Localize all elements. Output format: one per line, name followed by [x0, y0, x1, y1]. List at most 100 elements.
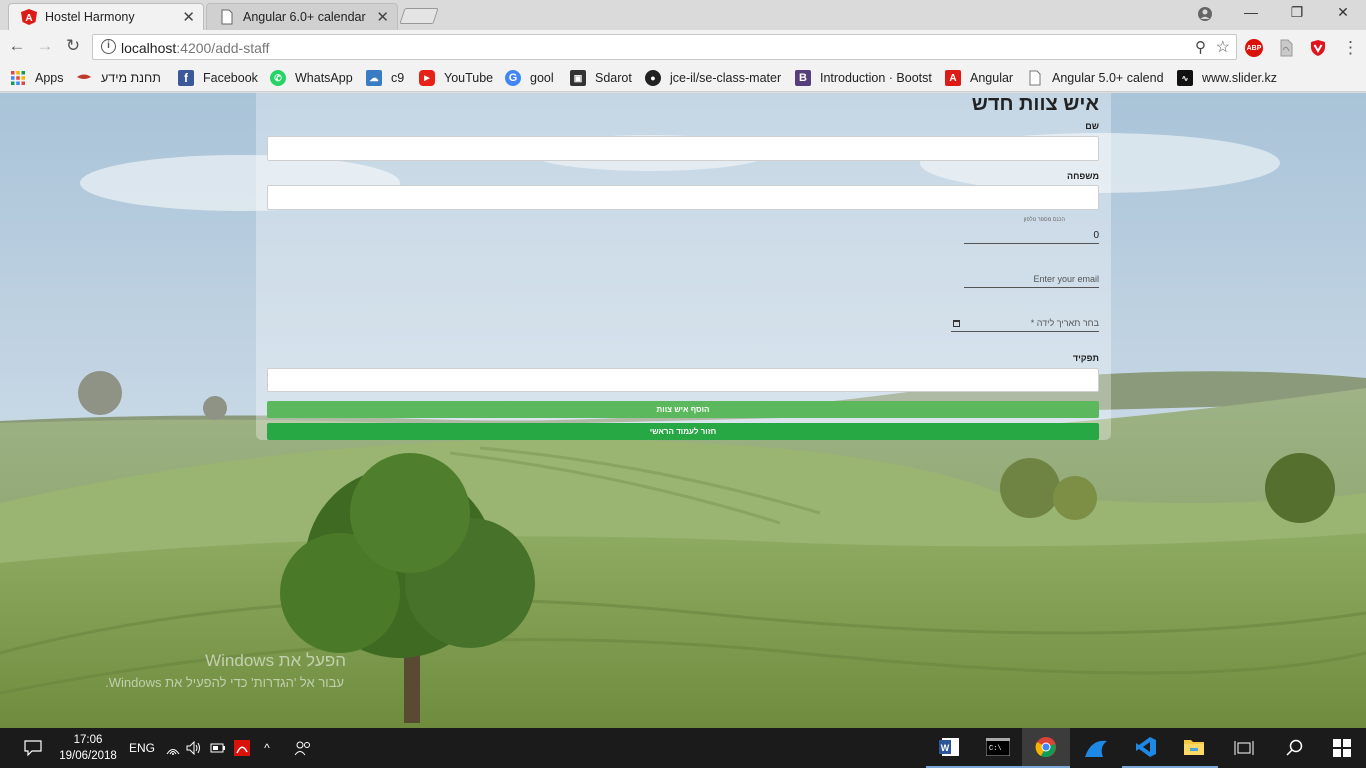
tab-strip: A Hostel Harmony ✕ Angular 6.0+ calendar…	[0, 0, 1366, 30]
slider-icon: ∿	[1177, 70, 1193, 86]
bookmark-label: www.slider.kz	[1202, 71, 1278, 85]
bookmark-label: Apps	[35, 71, 64, 85]
close-window-button[interactable]: ✕	[1320, 4, 1366, 21]
battery-icon[interactable]	[210, 742, 226, 754]
shield-extension-icon[interactable]	[1309, 39, 1327, 57]
activation-watermark-text: עבור אל 'הגדרות' כדי להפעיל את Windows.	[105, 675, 344, 690]
birthdate-placeholder: בחר תאריך לידה *	[1030, 318, 1099, 328]
language-indicator[interactable]: ENG	[126, 728, 158, 768]
bookmark-bootstrap[interactable]: B Introduction · Bootst	[795, 70, 932, 86]
tv-icon: ▣	[570, 70, 586, 86]
bookmark-label: gool	[530, 71, 554, 85]
chrome-icon[interactable]	[1022, 728, 1070, 768]
calendar-icon[interactable]	[953, 320, 960, 327]
page-icon	[1029, 70, 1041, 86]
bookmark-label: Introduction · Bootst	[820, 71, 932, 85]
github-icon: ●	[645, 70, 661, 86]
bookmark-c9[interactable]: ☁ c9	[366, 70, 404, 86]
adblock-plus-icon[interactable]: ABP	[1245, 39, 1263, 57]
back-home-button[interactable]: חזור לעמוד הראשי	[267, 423, 1099, 440]
site-info-icon[interactable]: i	[101, 39, 116, 54]
windows-taskbar: 17:06 19/06/2018 ENG ^ W C:\	[0, 728, 1366, 768]
role-label: תפקיד	[1072, 353, 1099, 363]
activation-watermark-title: הפעל את Windows	[205, 651, 346, 670]
youtube-icon: ▶	[419, 70, 435, 86]
phone-field[interactable]: הכנס מספר טלפון 0	[964, 217, 1099, 244]
facebook-icon: f	[178, 70, 194, 86]
role-input[interactable]	[267, 368, 1099, 392]
word-icon[interactable]: W	[926, 728, 974, 768]
last-name-input[interactable]	[267, 185, 1099, 210]
google-icon: G	[505, 70, 521, 86]
url-path: :4200/add-staff	[176, 40, 270, 56]
phone-value: 0	[1093, 230, 1099, 241]
birthdate-field[interactable]: בחר תאריך לידה *	[951, 317, 1099, 332]
add-staff-button[interactable]: הוסף איש צוות	[267, 401, 1099, 418]
notification-center-icon[interactable]	[24, 740, 42, 756]
volume-icon[interactable]	[186, 741, 202, 755]
minimize-button[interactable]: —	[1228, 4, 1274, 20]
angular-icon: A	[21, 9, 37, 25]
bookmark-gool[interactable]: G gool	[505, 70, 554, 86]
bookmark-angular-calendar[interactable]: Angular 5.0+ calend	[1027, 70, 1164, 86]
clock-time: 17:06	[73, 734, 103, 746]
first-name-label: שם	[1085, 121, 1099, 131]
bookmark-label: Sdarot	[595, 71, 632, 85]
tab-angular-calendar[interactable]: Angular 6.0+ calendar ✕	[206, 3, 398, 30]
cloud9-icon: ☁	[366, 70, 382, 86]
zoom-icon[interactable]: ⚲	[1195, 38, 1206, 56]
system-clock[interactable]: 17:06 19/06/2018	[56, 732, 120, 764]
tab-title: Hostel Harmony	[45, 10, 135, 24]
pdf-extension-icon[interactable]	[1277, 39, 1295, 57]
angular-icon: A	[945, 70, 961, 86]
first-name-input[interactable]	[267, 136, 1099, 161]
bookmark-label: Angular	[970, 71, 1014, 85]
bookmark-label: Angular 5.0+ calend	[1052, 71, 1164, 85]
form-title: איש צוות חדש	[971, 93, 1099, 115]
acrobat-tray-icon[interactable]	[234, 740, 250, 756]
bookmark-facebook[interactable]: f Facebook	[178, 70, 258, 86]
people-icon[interactable]	[294, 740, 312, 756]
wifi-icon[interactable]	[166, 741, 180, 755]
forward-button[interactable]: →	[34, 36, 56, 56]
reload-button[interactable]: ↻	[62, 36, 84, 56]
close-tab-icon[interactable]: ✕	[182, 8, 195, 26]
show-hidden-icons-icon[interactable]: ^	[258, 728, 276, 768]
bookmark-sdarot[interactable]: ▣ Sdarot	[570, 70, 632, 86]
bookmark-github[interactable]: ● jce-il/se-class-mater	[645, 70, 782, 86]
bookmark-whatsapp[interactable]: ✆ WhatsApp	[270, 70, 353, 86]
file-explorer-icon[interactable]	[1170, 728, 1218, 768]
apps-grid-icon	[11, 71, 25, 85]
edge-like-icon[interactable]	[1072, 728, 1120, 768]
bookmark-angular[interactable]: A Angular	[945, 70, 1013, 86]
svg-text:C:\: C:\	[989, 745, 1002, 753]
close-tab-icon[interactable]: ✕	[376, 8, 389, 26]
new-tab-button[interactable]	[399, 8, 439, 24]
add-staff-form: איש צוות חדש שם משפחה הכנס מספר טלפון 0 …	[256, 93, 1111, 440]
back-button[interactable]: ←	[6, 36, 28, 56]
bookmark-label: jce-il/se-class-mater	[670, 71, 782, 85]
bookmark-apps[interactable]: Apps	[10, 70, 64, 86]
vscode-icon[interactable]	[1122, 728, 1170, 768]
tab-hostel-harmony[interactable]: A Hostel Harmony ✕	[8, 3, 204, 30]
task-view-icon[interactable]	[1220, 728, 1268, 768]
svg-text:A: A	[25, 13, 32, 24]
restore-button[interactable]: ❐	[1274, 4, 1320, 21]
bookmark-slider[interactable]: ∿ www.slider.kz	[1177, 70, 1277, 86]
bookmark-label: WhatsApp	[295, 71, 353, 85]
clock-date: 19/06/2018	[59, 750, 117, 762]
bookmark-info-station[interactable]: תחנת מידע	[76, 70, 161, 86]
start-icon[interactable]	[1318, 728, 1366, 768]
svg-text:W: W	[941, 743, 950, 753]
bookmark-youtube[interactable]: ▶ YouTube	[419, 70, 493, 86]
bookmark-star-icon[interactable]: ☆	[1216, 37, 1230, 57]
email-field[interactable]: Enter your email	[964, 273, 1099, 288]
search-icon[interactable]	[1270, 728, 1318, 768]
url-text[interactable]: localhost:4200/add-staff	[121, 40, 269, 56]
address-bar[interactable]: i localhost:4200/add-staff ⚲ ☆	[92, 34, 1237, 60]
profile-icon[interactable]	[1197, 6, 1213, 22]
browser-menu-icon[interactable]: ⋮	[1342, 38, 1359, 58]
tab-title: Angular 6.0+ calendar	[243, 10, 366, 24]
page-icon	[221, 9, 233, 25]
terminal-icon[interactable]: C:\	[974, 728, 1022, 768]
